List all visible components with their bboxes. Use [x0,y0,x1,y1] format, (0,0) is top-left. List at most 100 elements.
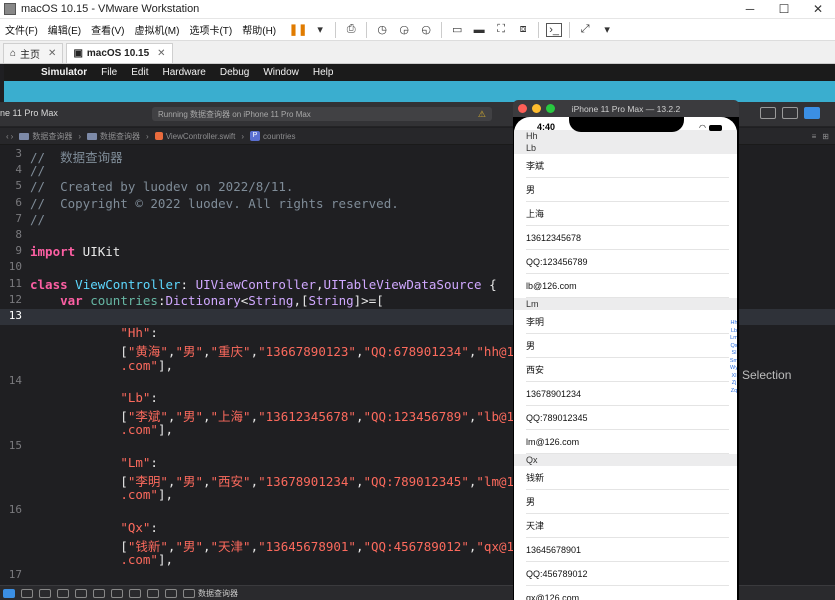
menu-edit[interactable]: 编辑(E) [43,22,86,37]
view-hierarchy-icon[interactable] [111,588,123,598]
menu-help[interactable]: Help [306,67,341,78]
step-in-icon[interactable] [75,588,87,598]
contacts-table-view[interactable]: Hh Lb 李斌男上海 13612345678 QQ:123456789 lb@126.c… [514,130,737,600]
menu-window[interactable]: Window [256,67,306,78]
scheme-destination[interactable]: ne 11 Pro Max [0,108,58,118]
inspector-toggle-icon[interactable] [804,107,820,119]
index-title[interactable]: Qx [729,343,737,351]
close-tab-icon[interactable]: ✕ [157,48,165,59]
sidebar-toggle-icon[interactable]: ▭ [449,23,465,37]
table-cell[interactable]: 男 [514,490,737,514]
index-title[interactable]: Sl [729,350,737,358]
memory-graph-icon[interactable] [129,588,141,598]
menu-debug[interactable]: Debug [213,67,256,78]
console-view-icon[interactable]: ▬ [471,23,487,37]
device-frame: Hh Lb 李斌男上海 13612345678 QQ:123456789 lb@126.c… [513,117,739,600]
index-title[interactable]: Lm [729,335,737,343]
send-keys-icon[interactable]: ⎙ [343,23,359,37]
jump-symbol[interactable]: Pcountries [250,131,295,141]
jump-group[interactable]: 数据查询器 [87,131,140,142]
table-cell[interactable]: 钱新 [514,466,737,490]
menu-file[interactable]: 文件(F) [0,22,43,37]
table-cell[interactable]: QQ:123456789 [514,250,737,274]
code-line: .com"], [120,357,174,373]
index-title[interactable]: Xl [729,373,737,381]
line-number: 8 [15,228,22,241]
snapshot-icon[interactable]: ◷ [374,23,390,37]
section-index[interactable]: Hh Lb Lm Qx Sl Sm Wy Xl Zj Zq [729,320,737,395]
editor-options: ≡ ⊞ [812,132,829,141]
pause-execution-icon[interactable] [39,588,51,598]
table-cell[interactable]: lb@126.com [514,274,737,298]
minimize-button[interactable]: ─ [733,2,767,16]
table-cell[interactable]: 西安 [514,358,737,382]
menu-tabs[interactable]: 选项卡(T) [184,22,237,37]
navigator-toggle-icon[interactable] [760,107,776,119]
breakpoints-toggle-icon[interactable] [21,588,33,598]
menu-edit[interactable]: Edit [124,67,155,78]
index-title[interactable]: Wy [729,365,737,373]
line-number: 15 [8,438,22,452]
table-cell[interactable]: 男 [514,334,737,358]
index-title[interactable]: Hh [729,320,737,328]
stretch-icon[interactable]: ⤢ [577,23,593,37]
menu-view[interactable]: 查看(V) [86,22,129,37]
close-button[interactable]: ✕ [801,2,835,16]
table-cell[interactable]: 上海 [514,202,737,226]
step-out-icon[interactable] [93,588,105,598]
forward-icon[interactable]: › [11,132,14,141]
table-cell[interactable]: 天津 [514,514,737,538]
close-tab-icon[interactable]: ✕ [48,48,56,59]
location-icon[interactable] [165,588,177,598]
step-over-icon[interactable] [57,588,69,598]
table-cell[interactable]: 李明 [514,310,737,334]
related-items-icon[interactable]: ≡ [812,132,817,141]
unity-icon[interactable]: ⧈ [515,23,531,37]
jump-project[interactable]: 数据查询器 [19,131,72,142]
line-number: 7 [15,211,22,225]
index-title[interactable]: Zq [729,388,737,396]
tab-home[interactable]: ⌂ 主页 ✕ [3,43,64,63]
menu-help[interactable]: 帮助(H) [237,22,281,37]
menu-file[interactable]: File [94,67,124,78]
add-editor-icon[interactable]: ⊞ [822,132,829,141]
back-icon[interactable]: ‹ [6,132,9,141]
menu-hardware[interactable]: Hardware [155,67,212,78]
table-cell[interactable]: QQ:456789012 [514,562,737,586]
menu-simulator[interactable]: Simulator [34,67,94,78]
warning-icon[interactable]: ⚠ [478,109,486,120]
fullscreen-icon[interactable]: ⛶ [493,23,509,37]
table-cell[interactable]: QQ:789012345 [514,406,737,430]
index-title[interactable]: Lb [729,328,737,336]
maximize-button[interactable]: ☐ [767,2,801,16]
table-cell[interactable]: 13612345678 [514,226,737,250]
panel-toggles [760,107,820,119]
table-cell[interactable]: 13645678901 [514,538,737,562]
index-title[interactable]: Sm [729,358,737,366]
debug-area-toggle-icon[interactable] [782,107,798,119]
jump-separator-icon: › [241,131,245,141]
device-screen[interactable]: Hh Lb 李斌男上海 13612345678 QQ:123456789 lb@126.c… [514,117,737,600]
table-cell[interactable]: 13678901234 [514,382,737,406]
battery-icon [708,124,722,131]
revert-snapshot-icon[interactable]: ◶ [396,23,412,37]
code-line: // [30,211,46,227]
terminal-icon[interactable]: ›_ [546,22,563,37]
table-cell[interactable]: 李斌 [514,154,737,178]
environment-overrides-icon[interactable] [147,588,159,598]
table-cell[interactable]: qx@126.com [514,586,737,600]
tab-macos[interactable]: ▣ macOS 10.15 ✕ [66,43,173,63]
macos-menu-bar: Simulator File Edit Hardware Debug Windo… [4,64,835,81]
hide-debug-area-icon[interactable] [3,588,15,598]
table-cell[interactable]: 男 [514,178,737,202]
table-cell[interactable]: lm@126.com [514,430,737,454]
menu-vm[interactable]: 虚拟机(M) [129,22,184,37]
stretch-dropdown-icon[interactable]: ▾ [599,23,615,37]
debug-target-label[interactable]: 数据查询器 [198,588,238,599]
dropdown-arrow-icon[interactable]: ▾ [312,23,328,37]
jump-file[interactable]: ViewController.swift [154,132,235,141]
property-icon: P [250,131,261,141]
pause-icon[interactable]: ❚❚ [289,23,307,37]
index-title[interactable]: Zj [729,380,737,388]
snapshot-manager-icon[interactable]: ◵ [418,23,434,37]
